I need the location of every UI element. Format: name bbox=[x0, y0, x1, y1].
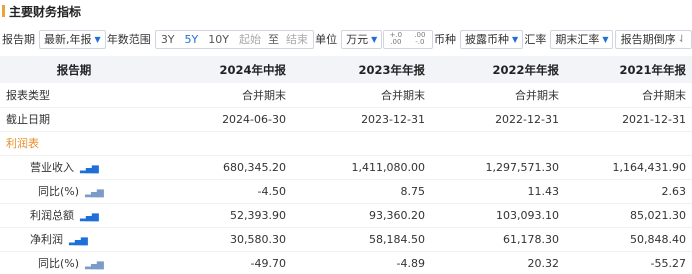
page-title: 主要财务指标 bbox=[9, 4, 82, 19]
report-period-value: 最新,年报 bbox=[44, 33, 92, 46]
fx-label: 汇率 bbox=[524, 33, 547, 46]
section-label: 利润表 bbox=[6, 137, 39, 150]
cell: -4.89 bbox=[396, 256, 425, 270]
cell: 2021-12-31 bbox=[622, 112, 686, 126]
table-row: 截止日期 2024-06-30 2023-12-31 2022-12-31 20… bbox=[0, 107, 692, 131]
cell: 20.32 bbox=[527, 256, 560, 270]
column-header[interactable]: 2021年年报 bbox=[565, 56, 692, 83]
financial-table: 报告期 2024年中报 2023年年报 2022年年报 2021年年报 报表类型… bbox=[0, 56, 692, 274]
table-row: 利润总额 ▂▄▆ 52,393.90 93,360.20 103,093.10 8… bbox=[0, 203, 692, 227]
currency-label: 币种 bbox=[434, 33, 457, 46]
bar-chart-icon[interactable]: ▂▄▆ bbox=[85, 260, 104, 270]
column-header: 报告期 bbox=[56, 62, 92, 77]
row-label-cell: 同比(%) ▂▄▆ bbox=[0, 179, 148, 203]
sort-icon: ⇃ bbox=[677, 33, 687, 45]
bar-chart-icon[interactable]: ▂▄▆ bbox=[69, 236, 88, 246]
row-label-cell: 营业收入 ▂▄▆ bbox=[0, 155, 148, 179]
cell: -4.50 bbox=[257, 184, 286, 198]
year-range-label: 年数范围 bbox=[106, 33, 151, 46]
bar-chart-icon[interactable]: ▂▄▆ bbox=[80, 164, 99, 174]
year-option-5y[interactable]: 5Y bbox=[180, 31, 204, 48]
unit-select[interactable]: 万元 ▼ bbox=[341, 29, 383, 49]
currency-value: 披露币种 bbox=[465, 33, 510, 46]
cell: 50,848.40 bbox=[630, 232, 686, 246]
column-header[interactable]: 2022年年报 bbox=[431, 56, 565, 83]
year-range-group: 3Y 5Y 10Y 起始 至 结束 bbox=[154, 29, 314, 49]
cell: -49.70 bbox=[250, 256, 286, 270]
unit-label: 单位 bbox=[315, 33, 338, 46]
row-label-cell: 同比(%) ▂▄▆ bbox=[0, 251, 148, 274]
cell: 2.63 bbox=[661, 184, 687, 198]
row-label: 营业收入 bbox=[30, 161, 74, 174]
end-year-input[interactable]: 结束 bbox=[281, 31, 313, 48]
cell: 58,184.50 bbox=[369, 232, 425, 246]
chevron-down-icon: ▼ bbox=[512, 34, 519, 44]
cell: 30,580.30 bbox=[230, 232, 286, 246]
cell bbox=[565, 131, 692, 155]
chevron-down-icon: ▼ bbox=[602, 34, 609, 44]
cell: 1,297,571.30 bbox=[485, 160, 559, 174]
year-option-10y[interactable]: 10Y bbox=[203, 31, 234, 48]
cell bbox=[292, 131, 431, 155]
start-year-input[interactable]: 起始 bbox=[234, 31, 266, 48]
cell: 61,178.30 bbox=[503, 232, 559, 246]
cell: 合并期末 bbox=[642, 88, 686, 102]
sort-order-button[interactable]: 报告期倒序 ⇃ bbox=[614, 29, 692, 49]
chevron-down-icon: ▼ bbox=[94, 34, 101, 44]
cell: 11.43 bbox=[527, 184, 560, 198]
sort-order-label: 报告期倒序 bbox=[620, 33, 676, 46]
row-label-cell: 利润总额 ▂▄▆ bbox=[0, 203, 148, 227]
column-header[interactable]: 2023年年报 bbox=[292, 56, 431, 83]
report-period-label: 报告期 bbox=[2, 33, 35, 46]
table-row: 同比(%) ▂▄▆ -4.50 8.75 11.43 2.63 bbox=[0, 179, 692, 203]
row-label-cell: 净利润 ▂▄▆ bbox=[0, 227, 148, 251]
cell: 93,360.20 bbox=[369, 208, 425, 222]
table-row: 报表类型 合并期末 合并期末 合并期末 合并期末 bbox=[0, 83, 692, 107]
cell: 合并期末 bbox=[381, 88, 425, 102]
row-label: 利润总额 bbox=[30, 209, 74, 222]
table-row: 净利润 ▂▄▆ 30,580.30 58,184.50 61,178.30 50,… bbox=[0, 227, 692, 251]
table-row: 同比(%) ▂▄▆ -49.70 -4.89 20.32 -55.27 bbox=[0, 251, 692, 274]
table-row: 利润表 bbox=[0, 131, 692, 155]
decimal-increase-button[interactable]: +.0.00 bbox=[384, 31, 408, 48]
cell: 合并期末 bbox=[515, 88, 559, 102]
row-label: 同比(%) bbox=[38, 185, 80, 198]
cell: 103,093.10 bbox=[496, 208, 559, 222]
cell: 2024-06-30 bbox=[222, 112, 286, 126]
cell: 85,021.30 bbox=[630, 208, 686, 222]
title-marker bbox=[2, 5, 5, 17]
cell: -55.27 bbox=[650, 256, 686, 270]
fx-value: 期末汇率 bbox=[555, 33, 600, 46]
bar-chart-icon[interactable]: ▂▄▆ bbox=[85, 188, 104, 198]
row-label: 同比(%) bbox=[38, 257, 80, 270]
cell: 680,345.20 bbox=[223, 160, 286, 174]
cell: 1,164,431.90 bbox=[612, 160, 686, 174]
chevron-down-icon: ▼ bbox=[371, 34, 378, 44]
year-option-3y[interactable]: 3Y bbox=[156, 31, 180, 48]
fx-select[interactable]: 期末汇率 ▼ bbox=[550, 29, 614, 49]
report-period-select[interactable]: 最新,年报 ▼ bbox=[39, 29, 106, 49]
decimal-decrease-button[interactable]: .00 -.0 bbox=[408, 31, 432, 48]
table-row: 营业收入 ▂▄▆ 680,345.20 1,411,080.00 1,297,57… bbox=[0, 155, 692, 179]
cell: 2022-12-31 bbox=[495, 112, 559, 126]
row-label: 报表类型 bbox=[6, 88, 50, 102]
cell: 1,411,080.00 bbox=[351, 160, 425, 174]
cell: 2023-12-31 bbox=[361, 112, 425, 126]
to-label: 至 bbox=[267, 33, 279, 46]
column-header[interactable]: 2024年中报 bbox=[148, 56, 292, 83]
table-header-row: 报告期 2024年中报 2023年年报 2022年年报 2021年年报 bbox=[0, 56, 692, 83]
cell bbox=[431, 131, 565, 155]
section-header: 主要财务指标 bbox=[0, 0, 692, 22]
currency-select[interactable]: 披露币种 ▼ bbox=[460, 29, 524, 49]
toolbar: 报告期 最新,年报 ▼ 年数范围 3Y 5Y 10Y 起始 至 结束 单位 万元… bbox=[0, 22, 692, 56]
row-label: 截止日期 bbox=[6, 113, 50, 126]
cell: 8.75 bbox=[400, 184, 426, 198]
bar-chart-icon[interactable]: ▂▄▆ bbox=[80, 212, 99, 222]
unit-value: 万元 bbox=[346, 33, 369, 46]
cell bbox=[148, 131, 292, 155]
row-label: 净利润 bbox=[30, 233, 63, 246]
cell: 52,393.90 bbox=[230, 208, 286, 222]
cell: 合并期末 bbox=[242, 88, 286, 102]
decimal-stepper: +.0.00 .00 -.0 bbox=[382, 29, 433, 49]
